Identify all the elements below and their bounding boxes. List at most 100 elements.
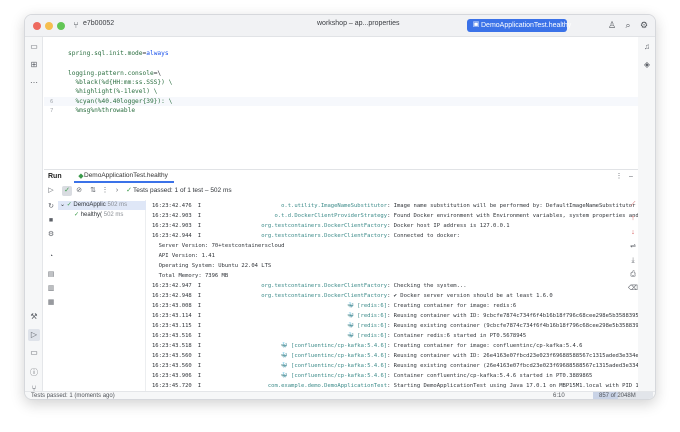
tree-item-label: healthy(	[80, 212, 103, 218]
search-icon[interactable]: ⌕	[621, 18, 635, 32]
more-tools-icon[interactable]: ⋯	[28, 77, 40, 89]
property-value: %cyan(%40.40logger{39}): \	[68, 98, 173, 105]
more-options-icon[interactable]: ⋮	[100, 186, 110, 196]
log-source: com.example.demo.DemoApplicationTest	[267, 383, 388, 389]
log-message: : Checking the system...	[387, 283, 467, 289]
title-bar: ⑂ e7b00052 workshop – ap...properties De…	[25, 15, 655, 37]
code-line: spring.sql.init.mode=always	[68, 50, 169, 57]
log-message: : Found Docker environment with Environm…	[387, 213, 638, 219]
log-source: 🐳 [redis:6]	[347, 333, 388, 339]
stop-icon[interactable]: ■	[46, 216, 56, 226]
tree-item-demo-application-test[interactable]: ⌄ ✓ DemoApplic 502 ms	[58, 201, 146, 210]
problems-icon[interactable]: ⓘ	[28, 367, 40, 379]
console-line: Operating System: Ubuntu 22.04 LTS	[152, 262, 272, 271]
right-tool-bar: ♫ ◈	[637, 37, 655, 391]
console-line: 16:23:43.516 I 🐳 [redis:6]: Container redi…	[152, 332, 526, 341]
run-tool-icon[interactable]: ▷	[28, 329, 40, 341]
log-message: Server Version: 70+testcontainerscloud	[152, 243, 285, 249]
tree-item-duration: 502 ms	[107, 202, 128, 208]
rerun-icon[interactable]: ▷	[46, 186, 56, 196]
log-timestamp: 16:23:43.516	[152, 333, 192, 339]
close-window-button[interactable]	[33, 22, 41, 30]
log-message: : Reusing container with ID: 26e4163e07f…	[387, 353, 638, 359]
log-message: : Reusing existing container (26e4163e07…	[387, 363, 638, 369]
log-timestamp: 16:23:43.906	[152, 373, 192, 379]
property-key: spring.sql.init.mode	[68, 50, 143, 57]
import-icon[interactable]: ▥	[46, 284, 56, 294]
sort-icon[interactable]: ⇅	[88, 186, 98, 196]
terminal-icon[interactable]: ▭	[28, 347, 40, 359]
test-tree: ⌄ ✓ DemoApplic 502 ms ✓ healthy( 502 ms	[58, 200, 146, 392]
cursor-position[interactable]: 6:10	[553, 393, 565, 399]
clear-icon[interactable]: ⟋	[628, 200, 638, 210]
log-timestamp: 16:23:45.720	[152, 383, 192, 389]
show-ignored-icon[interactable]: ⊘	[74, 186, 84, 196]
console-line: 16:23:43.560 I 🐳 [confluentinc/cp-kafka:5.…	[152, 362, 638, 371]
scroll-up-icon[interactable]: ↑	[628, 214, 638, 224]
memory-indicator[interactable]: 857 of 2048M	[593, 392, 653, 399]
log-level: I	[197, 313, 202, 319]
log-level: I	[197, 283, 202, 289]
property-key: logging.pattern.console	[68, 70, 154, 77]
code-line: %cyan(%40.40logger{39}): \	[68, 98, 172, 105]
log-timestamp: 16:23:43.560	[152, 353, 192, 359]
structure-icon[interactable]: ⊞	[28, 59, 40, 71]
log-level: I	[197, 303, 202, 309]
show-passed-icon[interactable]: ✓	[62, 186, 72, 196]
log-source: 🐳 [redis:6]	[347, 313, 388, 319]
scroll-end-icon[interactable]: ⤓	[628, 256, 638, 266]
pass-icon: ✓	[66, 202, 72, 208]
minimize-panel-icon[interactable]: –	[626, 172, 636, 182]
log-timestamp: 16:23:42.947	[152, 283, 192, 289]
panel-options-icon[interactable]: ⋮	[614, 172, 624, 182]
export-icon[interactable]: ▤	[46, 270, 56, 280]
build-icon[interactable]: ⚒	[28, 311, 40, 323]
console-output[interactable]: 16:23:42.476 Io.t.utility.ImageNameSubsti…	[148, 200, 638, 392]
ide-window: ⑂ e7b00052 workshop – ap...properties De…	[24, 14, 656, 400]
log-source: o.t.utility.ImageNameSubstitutor	[281, 203, 388, 209]
expand-chevron-icon[interactable]: ⌄	[58, 202, 65, 208]
log-message: : ✔ Docker server version should be at l…	[387, 293, 553, 299]
log-source: 🐳 [redis:6]	[347, 303, 388, 309]
log-message: : Reusing container with ID: 9cbcfe7874c…	[387, 313, 638, 319]
ai-assistant-icon[interactable]: ◈	[641, 59, 653, 71]
console-line: 16:23:42.903 Iorg.testcontainers.DockerCl…	[152, 222, 510, 231]
rerun-side-icon[interactable]: ↻	[46, 202, 56, 212]
tree-item-duration: 502 ms	[103, 212, 124, 218]
print-icon[interactable]: ⎙	[628, 270, 638, 280]
file-title: workshop – ap...properties	[317, 20, 400, 27]
left-tool-bar: ▭ ⊞ ⋯ ⚒ ▷ ▭ ⓘ ⑂	[25, 37, 43, 393]
collapse-icon[interactable]: ›	[112, 186, 122, 196]
log-message: : Connected to docker:	[387, 233, 460, 239]
minimize-window-button[interactable]	[45, 22, 53, 30]
log-timestamp: 16:23:43.518	[152, 343, 192, 349]
project-folder-icon[interactable]: ▭	[28, 41, 40, 53]
log-timestamp: 16:23:42.903	[152, 213, 192, 219]
settings-icon[interactable]: ⚙	[637, 18, 651, 32]
wrap-icon[interactable]: ⇌	[628, 242, 638, 252]
tab-run-config[interactable]: DemoApplicationTest.healthy	[74, 171, 174, 183]
console-line: 16:23:42.944 Iorg.testcontainers.DockerCl…	[152, 232, 460, 241]
log-message: API Version: 1.41	[152, 253, 215, 259]
log-timestamp: 16:23:43.560	[152, 363, 192, 369]
maximize-window-button[interactable]	[57, 22, 65, 30]
scroll-down-icon[interactable]: ↓	[628, 228, 638, 238]
console-right-toolbar: ⟋ ↑ ↓ ⇌ ⤓ ⎙ ⌫	[628, 200, 638, 360]
log-level: I	[197, 363, 202, 369]
tree-item-healthy[interactable]: ✓ healthy( 502 ms	[58, 211, 146, 220]
debug-icon[interactable]: ⚙	[46, 230, 56, 240]
console-line: 16:23:43.114 I 🐳 [redis:6]: Reusing contai…	[152, 312, 638, 321]
console-line: 16:23:42.948 Iorg.testcontainers.DockerCl…	[152, 292, 553, 301]
add-user-icon[interactable]: ♙	[605, 18, 619, 32]
layout-icon[interactable]: ▦	[46, 298, 56, 308]
delete-icon[interactable]: ⌫	[628, 284, 638, 294]
history-icon[interactable]: ◔	[46, 252, 56, 262]
log-timestamp: 16:23:42.948	[152, 293, 192, 299]
log-message: : Creating container for image: redis:6	[387, 303, 517, 309]
console-line: 16:23:45.720 Icom.example.demo.DemoApplic…	[152, 382, 638, 391]
notifications-icon[interactable]: ♫	[641, 41, 653, 53]
code-editor[interactable]: 6 7 spring.sql.init.mode=always logging.…	[44, 37, 638, 169]
project-name[interactable]: e7b00052	[83, 20, 114, 27]
log-timestamp: 16:23:43.114	[152, 313, 192, 319]
log-message: : Image name substitution will be perfor…	[387, 203, 636, 209]
